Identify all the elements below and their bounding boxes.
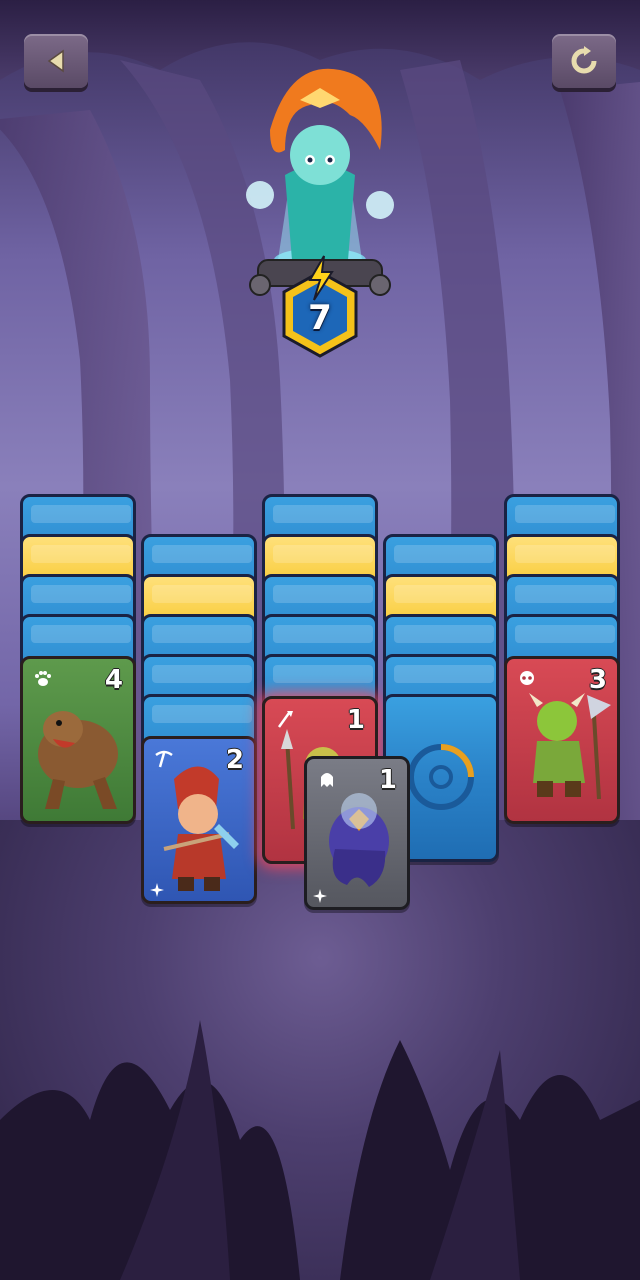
ghost-icon xyxy=(321,773,333,787)
bear-card[interactable]: 4 xyxy=(20,656,136,824)
card-value: 2 xyxy=(225,745,244,775)
skull-icon xyxy=(520,671,534,685)
dwarf-miner-card[interactable]: 2 xyxy=(141,736,257,904)
restart-icon xyxy=(571,46,597,74)
star-icon xyxy=(313,889,327,903)
spear-icon xyxy=(277,711,293,728)
restart-button[interactable] xyxy=(552,34,616,88)
card-value: 4 xyxy=(104,665,123,695)
energy-value: 7 xyxy=(308,298,332,338)
paw-icon xyxy=(35,671,51,686)
ghost-flame-card[interactable]: 1 xyxy=(304,756,410,910)
back-button[interactable] xyxy=(24,34,88,88)
pickaxe-icon xyxy=(155,750,173,768)
star-icon xyxy=(150,883,164,897)
card-value: 3 xyxy=(588,665,607,695)
card-value: 1 xyxy=(378,765,397,795)
orc-axeman-card[interactable]: 3 xyxy=(504,656,620,824)
card-value: 1 xyxy=(346,705,365,735)
back-arrow-icon xyxy=(47,49,64,73)
game-scene: 7 4 2 1 3 1 xyxy=(0,0,640,1280)
